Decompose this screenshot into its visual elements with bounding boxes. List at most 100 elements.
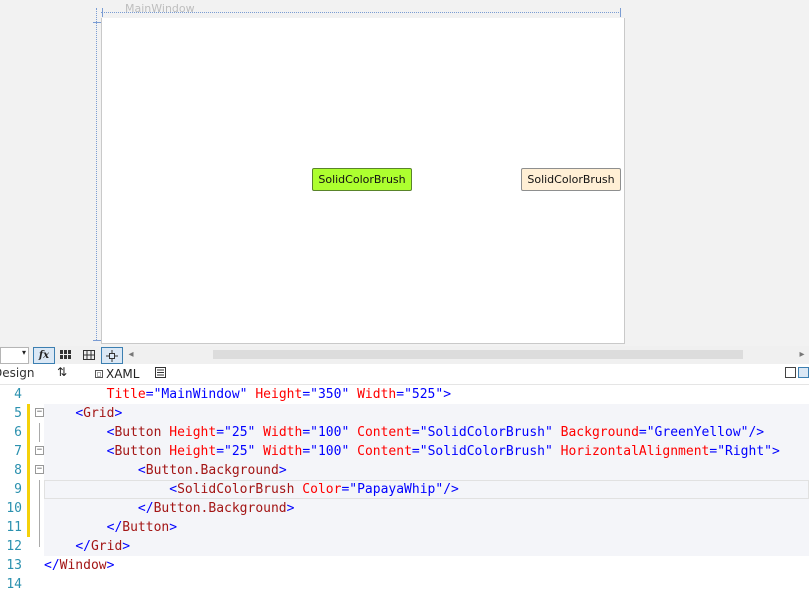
ruler-tick <box>102 8 103 17</box>
code-text: <Button Height="25" Width="100" Content=… <box>44 423 765 442</box>
code-token-punct: = <box>216 444 225 459</box>
fold-guide <box>39 537 40 547</box>
zoom-dropdown[interactable]: ▾ <box>0 347 29 364</box>
code-line[interactable]: 11 </Button> <box>0 518 809 537</box>
line-number: 7 <box>14 444 22 459</box>
line-number: 4 <box>14 387 22 402</box>
line-number: 11 <box>6 520 22 535</box>
horizontal-scrollbar[interactable] <box>213 350 743 359</box>
code-token-val: "PapayaWhip" <box>349 482 444 497</box>
code-token-attr: Background <box>552 425 639 440</box>
code-token-attr: Height <box>161 444 217 459</box>
code-token-punct: = <box>302 425 311 440</box>
code-token-attr: Color <box>294 482 342 497</box>
horizontal-split-icon[interactable] <box>798 367 809 378</box>
code-token-val: "525" <box>404 387 444 402</box>
code-line[interactable]: 6 <Button Height="25" Width="100" Conten… <box>0 423 809 442</box>
select-element-icon[interactable] <box>101 347 123 364</box>
tab-design[interactable]: Design <box>0 366 41 380</box>
ruler-tick <box>620 8 621 17</box>
code-token-tag: Button <box>114 444 162 459</box>
code-line[interactable]: 8 − <Button.Background> <box>0 461 809 480</box>
code-line[interactable]: 13 </Window> <box>0 556 809 575</box>
code-token-val: "SolidColorBrush" <box>419 425 553 440</box>
code-token-tag: Grid <box>83 406 115 421</box>
code-token-val: "100" <box>310 444 350 459</box>
line-number: 12 <box>6 539 22 554</box>
code-token-val: "25" <box>224 425 256 440</box>
collapse-region-icon[interactable]: − <box>35 465 44 474</box>
code-token-attr: Content <box>349 444 412 459</box>
code-token-punct: > <box>278 463 287 478</box>
change-marker <box>27 404 30 423</box>
code-token-punct: </ <box>75 539 91 554</box>
code-text: <Button Height="25" Width="100" Content=… <box>44 442 780 461</box>
change-marker <box>27 480 30 499</box>
code-token-punct: = <box>302 444 311 459</box>
code-line[interactable]: 14 <box>0 575 809 594</box>
code-token-val: "MainWindow" <box>153 387 248 402</box>
code-token-val: "25" <box>224 444 256 459</box>
code-token-attr: Width <box>255 425 303 440</box>
code-token-val: "100" <box>310 425 350 440</box>
change-marker <box>27 518 30 537</box>
chevron-down-icon: ▾ <box>21 348 26 357</box>
xaml-file-icon: ◻ <box>95 370 103 378</box>
code-token-punct: = <box>216 425 225 440</box>
code-token-tag: Button <box>114 425 162 440</box>
collapse-region-icon[interactable]: − <box>35 446 44 455</box>
preview-button-papayawhip[interactable]: SolidColorBrush <box>521 168 621 191</box>
code-line[interactable]: 5 − <Grid> <box>0 404 809 423</box>
fold-guide <box>39 423 40 442</box>
code-text: </Window> <box>44 556 114 575</box>
code-line[interactable]: 12 </Grid> <box>0 537 809 556</box>
code-token-punct: /> <box>443 482 459 497</box>
tab-xaml[interactable]: ◻ XAML <box>95 367 139 381</box>
code-token-tag: Button <box>122 520 170 535</box>
code-line[interactable]: 7 − <Button Height="25" Width="100" Conte… <box>0 442 809 461</box>
tab-design-label: Design <box>0 366 35 380</box>
code-token-punct: = <box>302 387 311 402</box>
code-line[interactable]: 10 </Button.Background> <box>0 499 809 518</box>
line-number: 5 <box>14 406 22 421</box>
document-outline-icon[interactable] <box>155 367 166 381</box>
code-line[interactable]: 9 <SolidColorBrush Color="PapayaWhip"/> <box>0 480 809 499</box>
code-token-punct: = <box>411 444 420 459</box>
code-token-punct: </ <box>137 501 154 516</box>
line-number: 6 <box>14 425 22 440</box>
code-token-tag: Grid <box>90 539 123 554</box>
code-token-val: "Right" <box>717 444 772 459</box>
split-view-controls <box>785 367 809 378</box>
code-line[interactable]: 4 Title="MainWindow" Height="350" Width=… <box>0 385 809 404</box>
scroll-right-icon[interactable]: ▸ <box>797 347 807 362</box>
window-title: MainWindow <box>125 2 195 15</box>
code-text: <SolidColorBrush Color="PapayaWhip"/> <box>44 480 459 499</box>
line-number: 10 <box>6 501 22 516</box>
vertical-split-icon[interactable] <box>785 367 796 378</box>
code-token-punct: < <box>169 482 178 497</box>
code-token-attr: Title <box>106 387 146 402</box>
code-token-punct: </ <box>44 558 60 573</box>
xaml-code-editor[interactable]: 4 Title="MainWindow" Height="350" Width=… <box>0 385 809 596</box>
fold-guide <box>39 480 40 499</box>
code-text: <Grid> <box>44 404 122 423</box>
code-token-tag: Window <box>59 558 107 573</box>
code-text: <Button.Background> <box>44 461 287 480</box>
code-token-punct: = <box>145 387 154 402</box>
ruler-tick <box>93 22 101 23</box>
scroll-left-icon[interactable]: ◂ <box>126 347 136 362</box>
code-text: </Button> <box>44 518 177 537</box>
ruler-tick <box>93 340 101 341</box>
snap-grid-icon[interactable] <box>81 347 97 362</box>
collapse-region-icon[interactable]: − <box>35 408 44 417</box>
xaml-designer-surface[interactable]: MainWindow SolidColorBrush SolidColorBru… <box>0 0 809 346</box>
code-token-punct: = <box>411 425 420 440</box>
preview-button-greenyellow[interactable]: SolidColorBrush <box>312 168 412 191</box>
code-token-punct: > <box>122 539 131 554</box>
code-token-tag: SolidColorBrush <box>177 482 295 497</box>
swap-panes-icon[interactable]: ⇅ <box>57 365 67 379</box>
designer-toolbar: ▾ fx ◂ ▸ <box>0 346 809 364</box>
tab-xaml-label: XAML <box>106 367 140 381</box>
grid-icon[interactable] <box>58 347 74 362</box>
fx-button[interactable]: fx <box>33 347 55 364</box>
